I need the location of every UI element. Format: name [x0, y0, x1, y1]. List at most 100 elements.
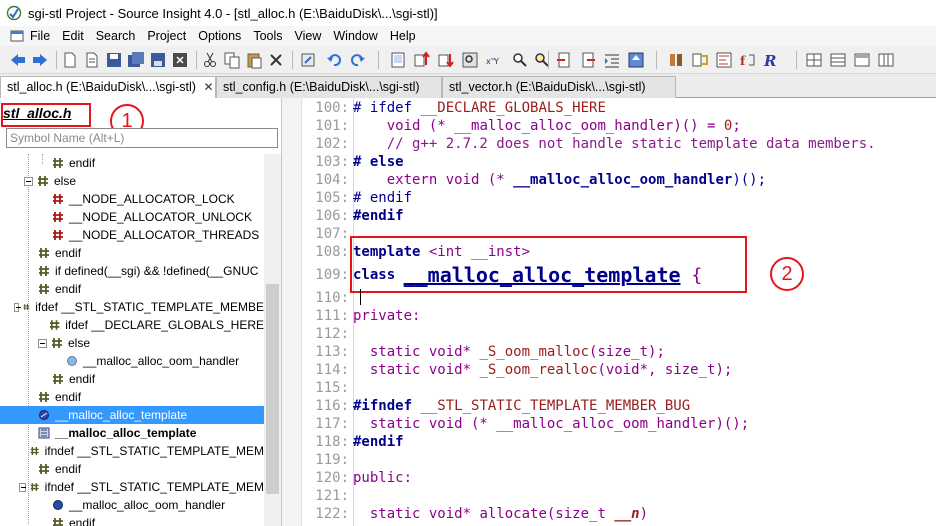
- code-editor[interactable]: 100: # ifdef __DECLARE_GLOBALS_HERE 101: …: [282, 98, 936, 526]
- tree-item[interactable]: if defined(__sgi) && !defined(__GNUC: [0, 262, 264, 280]
- code-line[interactable]: 101: void (* __malloc_alloc_oom_handler)…: [302, 117, 740, 135]
- layout-panel-icon[interactable]: [852, 50, 872, 70]
- collapse-icon[interactable]: [24, 176, 33, 186]
- open-file-icon[interactable]: [82, 50, 102, 70]
- context-icon[interactable]: [690, 50, 710, 70]
- code-line[interactable]: 116: #ifndef __STL_STATIC_TEMPLATE_MEMBER…: [302, 397, 690, 415]
- code-line[interactable]: 112:: [302, 325, 353, 343]
- code-line[interactable]: 119:: [302, 451, 353, 469]
- code-line[interactable]: 104: extern void (* __malloc_alloc_oom_h…: [302, 171, 766, 189]
- drag-copy-icon[interactable]: [298, 50, 318, 70]
- lookup-icon[interactable]: [460, 50, 480, 70]
- tree-item[interactable]: endif: [0, 514, 264, 526]
- tree-item[interactable]: ifndef __STL_STATIC_TEMPLATE_MEM: [0, 442, 264, 460]
- menu-file[interactable]: File: [4, 26, 56, 46]
- save-icon[interactable]: [104, 50, 124, 70]
- tab-stl-vector[interactable]: stl_vector.h (E:\BaiduDisk\...\sgi-stl): [442, 76, 676, 98]
- layout-rows-icon[interactable]: [828, 50, 848, 70]
- tree-item[interactable]: __malloc_alloc_oom_handler: [0, 496, 264, 514]
- tree-item[interactable]: endif: [0, 154, 264, 172]
- code-line[interactable]: 120: public:: [302, 469, 412, 487]
- cut-icon[interactable]: [200, 50, 220, 70]
- search-project-icon[interactable]: [532, 50, 552, 70]
- new-file-icon[interactable]: [60, 50, 80, 70]
- forward-arrow-icon[interactable]: [30, 50, 50, 70]
- code-line[interactable]: 114: static void* _S_oom_realloc (void*, …: [302, 361, 732, 379]
- scrollbar-thumb[interactable]: [266, 284, 279, 494]
- reference-icon[interactable]: R: [762, 50, 782, 70]
- jump-up-icon[interactable]: [412, 50, 432, 70]
- code-line[interactable]: 111: private:: [302, 307, 420, 325]
- code-line[interactable]: 106: #endif: [302, 207, 403, 225]
- close-icon[interactable]: ✕: [203, 80, 213, 94]
- menu-options[interactable]: Options: [192, 26, 247, 46]
- code-line[interactable]: 102: // g++ 2.7.2 does not handle static…: [302, 135, 875, 153]
- go-top-icon[interactable]: [626, 50, 646, 70]
- menu-view[interactable]: View: [289, 26, 328, 46]
- macro-icon: [24, 304, 30, 310]
- tree-item[interactable]: __NODE_ALLOCATOR_UNLOCK: [0, 208, 264, 226]
- menu-help[interactable]: Help: [384, 26, 422, 46]
- code-line[interactable]: 110:: [302, 289, 353, 307]
- symbol-window-icon[interactable]: [714, 50, 734, 70]
- code-line[interactable]: 100: # ifdef __DECLARE_GLOBALS_HERE: [302, 99, 606, 117]
- symbol-panel-scrollbar[interactable]: [264, 154, 281, 526]
- collapse-icon[interactable]: [38, 338, 47, 348]
- search-files-icon[interactable]: [510, 50, 530, 70]
- code-line[interactable]: 117: static void (* __malloc_alloc_oom_h…: [302, 415, 749, 433]
- redo-icon[interactable]: [348, 50, 368, 70]
- close-file-icon[interactable]: [170, 50, 190, 70]
- delete-icon[interactable]: [266, 50, 286, 70]
- tab-stl-config[interactable]: stl_config.h (E:\BaiduDisk\...\sgi-stl): [216, 76, 442, 98]
- code-line[interactable]: 122: static void* allocate (size_t __n): [302, 505, 648, 523]
- relation-icon[interactable]: [666, 50, 686, 70]
- tree-item[interactable]: endif: [0, 280, 264, 298]
- tree-item[interactable]: ifndef __STL_STATIC_TEMPLATE_MEM: [0, 478, 264, 496]
- copy-icon[interactable]: [222, 50, 242, 70]
- indent-icon[interactable]: [602, 50, 622, 70]
- tree-item[interactable]: __NODE_ALLOCATOR_THREADS: [0, 226, 264, 244]
- menu-tools[interactable]: Tools: [247, 26, 288, 46]
- page-icon[interactable]: [388, 50, 408, 70]
- code-line[interactable]: 121:: [302, 487, 353, 505]
- tree-item[interactable]: else: [0, 334, 264, 352]
- code-line[interactable]: 115:: [302, 379, 353, 397]
- tree-item[interactable]: endif: [0, 244, 264, 262]
- svg-text:x: x: [486, 57, 491, 66]
- collapse-icon[interactable]: [13, 302, 21, 312]
- menu-search[interactable]: Search: [90, 26, 142, 46]
- back-arrow-icon[interactable]: [8, 50, 28, 70]
- tree-item[interactable]: ifdef __STL_STATIC_TEMPLATE_MEMBE: [0, 298, 264, 316]
- menu-project[interactable]: Project: [141, 26, 192, 46]
- search-replace-icon[interactable]: xY: [484, 50, 504, 70]
- tree-item-selected[interactable]: __malloc_alloc_template: [0, 406, 264, 424]
- bookmark-right-icon[interactable]: [578, 50, 598, 70]
- tree-item[interactable]: __malloc_alloc_template: [0, 424, 264, 442]
- collapse-icon[interactable]: [18, 482, 27, 492]
- layout-grid-icon[interactable]: [804, 50, 824, 70]
- tree-item[interactable]: endif: [0, 388, 264, 406]
- code-line[interactable]: 113: static void* _S_oom_malloc (size_t);: [302, 343, 665, 361]
- menu-edit[interactable]: Edit: [56, 26, 90, 46]
- symbol-search-input[interactable]: [6, 128, 278, 148]
- tree-item[interactable]: endif: [0, 460, 264, 478]
- bookmark-left-icon[interactable]: [554, 50, 574, 70]
- paste-icon[interactable]: [244, 50, 264, 70]
- code-line[interactable]: 105: # endif: [302, 189, 412, 207]
- function-browse-icon[interactable]: f: [738, 50, 758, 70]
- save-all-icon[interactable]: [126, 50, 146, 70]
- code-line[interactable]: 103: # else: [302, 153, 403, 171]
- save-as-icon[interactable]: [148, 50, 168, 70]
- code-line[interactable]: 118: #endif: [302, 433, 403, 451]
- layout-columns-icon[interactable]: [876, 50, 896, 70]
- tree-item[interactable]: endif: [0, 370, 264, 388]
- tree-item[interactable]: else: [0, 172, 264, 190]
- tab-stl-alloc[interactable]: stl_alloc.h (E:\BaiduDisk\...\sgi-stl) ✕: [0, 76, 216, 99]
- tree-item[interactable]: ifdef __DECLARE_GLOBALS_HERE: [0, 316, 264, 334]
- tree-item[interactable]: __NODE_ALLOCATOR_LOCK: [0, 190, 264, 208]
- code-line[interactable]: 107:: [302, 225, 353, 243]
- menu-window[interactable]: Window: [327, 26, 383, 46]
- tree-item[interactable]: __malloc_alloc_oom_handler: [0, 352, 264, 370]
- undo-icon[interactable]: [324, 50, 344, 70]
- jump-down-icon[interactable]: [436, 50, 456, 70]
